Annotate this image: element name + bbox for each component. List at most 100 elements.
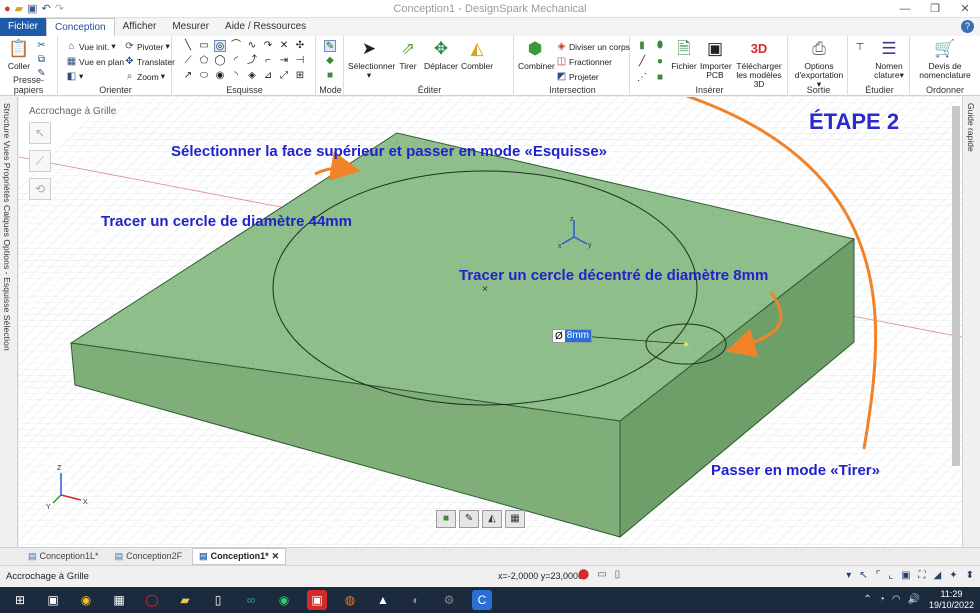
wifi-icon[interactable]: ◠	[892, 594, 901, 605]
close-button[interactable]: ✕	[950, 0, 980, 18]
settings-app-icon[interactable]: ⚙	[439, 590, 459, 610]
combine-button[interactable]: ⬢ Combiner	[518, 38, 555, 71]
move-grid-icon[interactable]: ⊞	[294, 70, 306, 82]
opera-icon[interactable]: ◯	[142, 590, 162, 610]
mirror-icon[interactable]: ⊣	[294, 55, 306, 67]
inkscape-icon[interactable]: ▲	[373, 590, 393, 610]
fillet-icon[interactable]: ⌐	[262, 55, 274, 67]
sweep-arc-icon[interactable]: ◝	[230, 70, 242, 82]
circle-tool-icon[interactable]: ◎	[214, 40, 226, 52]
box-icon[interactable]: ■	[654, 72, 666, 84]
insert-file-button[interactable]: 🗎 Fichier	[670, 38, 698, 71]
select-sketch-icon[interactable]: ✦	[949, 570, 957, 581]
left-panel-tabs[interactable]: Structure Vues Propriétés Calques Option…	[0, 97, 18, 547]
store-icon[interactable]: ▦	[109, 590, 129, 610]
diameter-input[interactable]: Ø 8mm	[552, 329, 593, 343]
split-body-button[interactable]: ◈ Diviser un corps	[556, 41, 630, 52]
select-face-icon[interactable]: ▣	[901, 570, 910, 581]
tab-fichier[interactable]: Fichier	[0, 18, 47, 36]
pan-button[interactable]: ✥ Translater	[124, 56, 175, 67]
task-view-icon[interactable]: ▣	[43, 590, 63, 610]
bend-icon[interactable]: ⊿	[262, 70, 274, 82]
tangent-line-icon[interactable]: ⟋	[182, 55, 194, 67]
cut-button[interactable]: ✂	[36, 40, 47, 51]
split-button[interactable]: ◫ Fractionner	[556, 56, 612, 67]
scrollbar-thumb[interactable]	[952, 106, 960, 466]
select-component-icon[interactable]: ◢	[934, 570, 942, 581]
3d-viewport[interactable]: × ✦ z y x Z X Y Accrochage à Grille ↖ ⟋ …	[19, 97, 962, 547]
construction-line-icon[interactable]: ↗	[182, 70, 194, 82]
right-panel-tabs[interactable]: Guide rapide	[962, 97, 980, 547]
tangent-arc-icon[interactable]: ↷	[262, 40, 274, 52]
plane-icon[interactable]: ╱	[636, 56, 648, 68]
tab-afficher[interactable]: Afficher	[115, 18, 165, 36]
taskbar-clock[interactable]: 11:29 19/10/2022	[929, 589, 974, 611]
sphere-icon[interactable]: ●	[654, 56, 666, 68]
select-body-icon[interactable]: ⛶	[919, 570, 926, 581]
select-sketch-icon[interactable]: ↖	[29, 122, 51, 144]
select-button[interactable]: ➤ Sélectionner ▾	[348, 38, 395, 80]
project-icon[interactable]: ◈	[246, 70, 258, 82]
download-3d-button[interactable]: 3D Télécharger les modèles 3D	[732, 38, 786, 89]
cylinder-icon[interactable]: ▮	[636, 40, 648, 52]
rectangle-tool-icon[interactable]: ▭	[198, 40, 210, 52]
three-point-circle-icon[interactable]: ◯	[214, 55, 226, 67]
views-button[interactable]: ◧ ▾	[66, 71, 84, 82]
start-icon[interactable]: ⊞	[10, 590, 30, 610]
quote-bom-button[interactable]: 🛒 Devis de nomenclature	[914, 38, 976, 80]
doc-tab-conception1[interactable]: ▤ Conception1* ✕	[192, 548, 287, 565]
point-tool-icon[interactable]: ✣	[294, 40, 306, 52]
doc-tab-conception2f[interactable]: ▤ Conception2F	[109, 548, 189, 565]
select-point-icon[interactable]: ⌜	[876, 570, 881, 581]
scale-icon[interactable]: ⤢	[278, 70, 290, 82]
sketch-mode-icon[interactable]: ✎	[324, 40, 336, 52]
grid-toggle-icon[interactable]: ▦	[505, 510, 525, 528]
network-icon[interactable]: ◔	[879, 594, 885, 605]
export-options-button[interactable]: ⎙ Options d'exportation ▾	[792, 38, 846, 89]
other-app-icon[interactable]: ◐	[406, 590, 426, 610]
quick-guide-tab[interactable]: Guide rapide	[966, 103, 976, 152]
tab-conception[interactable]: Conception	[46, 18, 115, 36]
left-panel-labels[interactable]: Structure Vues Propriétés Calques Option…	[2, 103, 12, 351]
ellipse-tool-icon[interactable]: ⬭	[198, 70, 210, 82]
select-smart-icon[interactable]: ↖	[859, 570, 867, 581]
slot-tool-icon[interactable]: ◉	[214, 70, 226, 82]
designspark-icon[interactable]: ▣	[307, 590, 327, 610]
plan-view-button[interactable]: ▦ Vue en plan	[66, 56, 124, 67]
project-button[interactable]: ◩ Projeter	[556, 71, 599, 82]
open-icon[interactable]: ▰	[15, 2, 23, 16]
select-edge-icon[interactable]: ⌞	[888, 570, 893, 581]
exit-sketch-icon[interactable]: ⟲	[29, 178, 51, 200]
fill-button[interactable]: ◭ Combler	[460, 38, 494, 71]
active-app-icon[interactable]: C	[472, 590, 492, 610]
bom-button[interactable]: ☰ Nomen clature▾	[870, 38, 908, 80]
tab-mesurer[interactable]: Mesurer	[164, 18, 217, 36]
extend-icon[interactable]: ⇥	[278, 55, 290, 67]
import-pcb-button[interactable]: ▣ Importer PCB	[700, 38, 732, 80]
files-icon[interactable]: ▰	[175, 590, 195, 610]
paste-button[interactable]: 📋 Coller	[4, 38, 34, 71]
save-icon[interactable]: ▣	[27, 2, 37, 16]
spin-button[interactable]: ⟳ Pivoter ▾	[124, 41, 169, 52]
scene-canvas[interactable]: × ✦ z y x Z X Y	[19, 97, 962, 547]
app-menu-icon[interactable]: ●	[4, 2, 11, 16]
minimize-button[interactable]: —	[890, 0, 920, 18]
tab-aide[interactable]: Aide / Ressources	[217, 18, 314, 36]
box-select-icon[interactable]: ▭	[597, 569, 606, 580]
trim-tool-icon[interactable]: ✕	[278, 40, 290, 52]
three-point-arc-icon[interactable]: ◜	[230, 55, 242, 67]
doc-tab-conception1l[interactable]: ▤ Conception1L*	[22, 548, 105, 565]
warning-icon[interactable]: ⬤	[578, 569, 589, 580]
document-app-icon[interactable]: ▯	[208, 590, 228, 610]
firefox-icon[interactable]: ◍	[340, 590, 360, 610]
move-button[interactable]: ✥ Déplacer	[424, 38, 458, 71]
offset-icon[interactable]: ⤴	[246, 55, 258, 67]
chrome-icon[interactable]: ◉	[76, 590, 96, 610]
polygon-tool-icon[interactable]: ⬠	[198, 55, 210, 67]
select-more-icon[interactable]: ⬍	[966, 570, 974, 581]
layer-icon[interactable]: ▯	[615, 569, 621, 580]
solid-mode-icon[interactable]: ■	[436, 510, 456, 528]
section-mode-icon[interactable]: ◆	[324, 55, 336, 67]
sketch-mode-mini-icon[interactable]: ✎	[459, 510, 479, 528]
viewport-scrollbar[interactable]	[951, 100, 961, 540]
